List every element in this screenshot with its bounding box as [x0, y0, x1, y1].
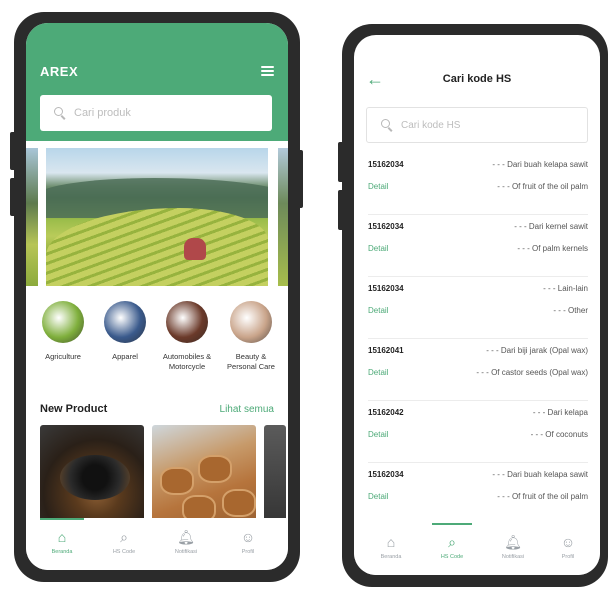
- category-label: Automobiles & Motorcycle: [162, 352, 212, 371]
- carousel-prev-slide[interactable]: [26, 148, 38, 286]
- category-item[interactable]: Apparel: [94, 301, 156, 362]
- bell-icon: 🔔︎: [177, 529, 195, 545]
- nav-label: HS Code: [440, 554, 464, 560]
- new-product-title: New Product: [40, 403, 108, 415]
- category-item[interactable]: Agriculture: [32, 301, 94, 362]
- nav-item[interactable]: ⌕ HS Code: [426, 533, 478, 560]
- product-search-input[interactable]: Cari produk: [40, 95, 272, 131]
- search-icon: [54, 107, 66, 120]
- category-item[interactable]: Beauty & Personal Care: [220, 301, 282, 372]
- category-image: [104, 301, 146, 343]
- phone-left: AREX Cari produk Agriculture Apparel Autom…: [14, 12, 300, 582]
- category-list: Agriculture Apparel Automobiles & Motorcyc…: [26, 301, 288, 381]
- phone-right: ← Cari kode HS Cari kode HS 15162034- - …: [342, 24, 608, 587]
- description-en: - - - Of coconuts: [530, 430, 588, 439]
- bell-icon: 🔔︎: [504, 534, 522, 550]
- category-label: Agriculture: [45, 352, 81, 361]
- hs-code-row: 15162034 - - - Lain-lain Detail - - - Other: [368, 277, 588, 339]
- description-en: - - - Of fruit of the oil palm: [497, 182, 588, 191]
- description-id: - - - Dari kelapa: [532, 408, 588, 417]
- description-id: - - - Dari buah kelapa sawit: [492, 160, 588, 169]
- description-id: - - - Dari biji jarak (Opal wax): [486, 346, 588, 355]
- search-placeholder: Cari produk: [74, 107, 131, 119]
- category-label: Beauty & Personal Care: [227, 352, 275, 371]
- detail-link[interactable]: Detail: [368, 182, 388, 191]
- hs-code-row: 15162034 - - - Dari kernel sawit Detail - -…: [368, 215, 588, 277]
- hs-code-row: 15162041 - - - Dari biji jarak (Opal wax)…: [368, 339, 588, 401]
- search-icon: [381, 119, 393, 132]
- nav-label: Profil: [241, 549, 255, 555]
- bottom-nav: ⌂ Beranda ⌕ HS Code 🔔︎ Notifikasi ☺ Profil: [354, 523, 600, 575]
- description-id: - - - Lain-lain: [543, 284, 588, 293]
- user-icon: ☺: [560, 534, 576, 550]
- category-image: [166, 301, 208, 343]
- category-item[interactable]: Automobiles & Motorcycle: [156, 301, 218, 372]
- app-logo: AREX: [40, 64, 79, 79]
- promo-banner[interactable]: [46, 148, 268, 286]
- nav-label: HS Code: [112, 549, 136, 555]
- hamburger-menu-icon[interactable]: [261, 66, 274, 76]
- description-en: - - - Other: [553, 306, 588, 315]
- category-image: [42, 301, 84, 343]
- detail-link[interactable]: Detail: [368, 244, 388, 253]
- description-en: - - - Of palm kernels: [517, 244, 588, 253]
- hs-code: 15162034: [368, 222, 404, 231]
- detail-link[interactable]: Detail: [368, 430, 388, 439]
- nav-label: Beranda: [380, 554, 402, 560]
- hs-code-row: 15162042 - - - Dari kelapa Detail - - - Of …: [368, 401, 588, 463]
- carousel-next-slide[interactable]: [278, 148, 288, 286]
- page-title: Cari kode HS: [442, 73, 512, 85]
- detail-link[interactable]: Detail: [368, 492, 388, 501]
- user-icon: ☺: [240, 529, 256, 545]
- search-icon: ⌕: [448, 534, 456, 550]
- hs-code-row: 15162034 - - - Dari buah kelapa sawit Deta…: [368, 463, 588, 525]
- home-screen: AREX Cari produk Agriculture Apparel Autom…: [26, 23, 288, 570]
- home-icon: ⌂: [57, 529, 67, 545]
- hs-search-input[interactable]: Cari kode HS: [366, 107, 588, 143]
- hs-code: 15162041: [368, 346, 404, 355]
- description-en: - - - Of castor seeds (Opal wax): [476, 368, 588, 377]
- nav-item[interactable]: ⌕ HS Code: [98, 528, 150, 555]
- nav-item[interactable]: ☺ Profil: [542, 533, 594, 560]
- hs-code: 15162034: [368, 470, 404, 479]
- home-icon: ⌂: [386, 534, 396, 550]
- nav-label: Profil: [561, 554, 575, 560]
- nav-item[interactable]: ⌂ Beranda: [365, 533, 417, 560]
- nav-label: Notifikasi: [501, 554, 525, 560]
- category-image: [230, 301, 272, 343]
- hs-code-screen: ← Cari kode HS Cari kode HS 15162034- - …: [354, 35, 600, 575]
- hs-code-row: 15162034 - - - Dari buah kelapa sawit Deta…: [368, 153, 588, 215]
- description-id: - - - Dari buah kelapa sawit: [492, 470, 588, 479]
- search-placeholder: Cari kode HS: [401, 119, 461, 131]
- description-en: - - - Of fruit of the oil palm: [497, 492, 588, 501]
- hs-code: 15162034: [368, 284, 404, 293]
- nav-item[interactable]: ⌂ Beranda: [36, 528, 88, 555]
- search-icon: ⌕: [120, 529, 128, 545]
- nav-label: Beranda: [51, 549, 73, 555]
- detail-link[interactable]: Detail: [368, 306, 388, 315]
- category-label: Apparel: [112, 352, 138, 361]
- bottom-nav: ⌂ Beranda ⌕ HS Code 🔔︎ Notifikasi ☺ Profil: [26, 518, 288, 570]
- top-bar: AREX Cari produk: [26, 23, 288, 141]
- hs-code: 15162034: [368, 160, 404, 169]
- nav-item[interactable]: 🔔︎ Notifikasi: [487, 533, 539, 560]
- nav-item[interactable]: ☺ Profil: [222, 528, 274, 555]
- description-id: - - - Dari kernel sawit: [514, 222, 588, 231]
- detail-link[interactable]: Detail: [368, 368, 388, 377]
- nav-item[interactable]: 🔔︎ Notifikasi: [160, 528, 212, 555]
- hs-code: 15162042: [368, 408, 404, 417]
- see-all-link[interactable]: Lihat semua: [220, 404, 274, 415]
- nav-label: Notifikasi: [174, 549, 198, 555]
